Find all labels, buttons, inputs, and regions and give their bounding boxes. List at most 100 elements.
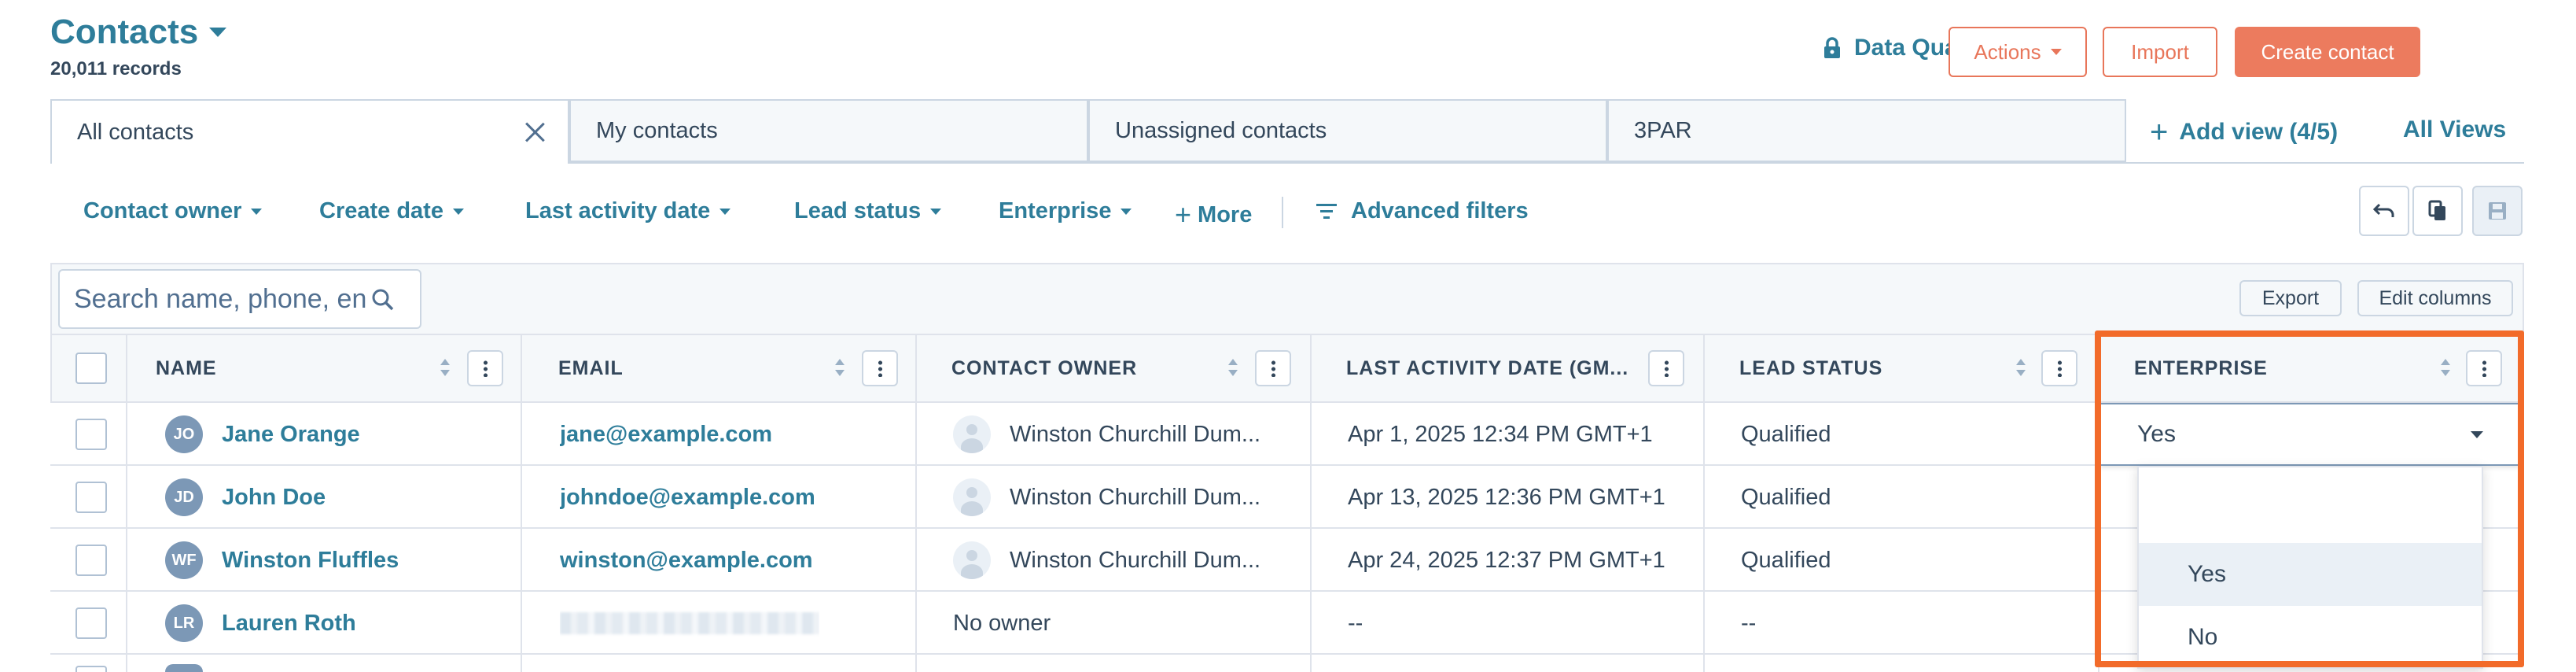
row-checkbox[interactable] (75, 419, 107, 450)
filter-create-date[interactable]: Create date (319, 198, 464, 224)
tab-3par[interactable]: 3PAR (1607, 99, 2126, 162)
owner-cell: Winston Churchill Dum... (953, 529, 1307, 592)
plus-icon: + (1175, 198, 1192, 231)
select-all-checkbox[interactable] (75, 353, 107, 384)
lock-icon (1824, 37, 1840, 58)
contact-name-cell[interactable]: WF Winston Fluffles (165, 529, 399, 592)
user-icon (953, 541, 991, 579)
undo-button[interactable] (2359, 186, 2409, 236)
tab-my-contacts[interactable]: My contacts (569, 99, 1088, 162)
chevron-down-icon (719, 208, 731, 215)
chevron-down-icon (209, 28, 227, 37)
sort-icon[interactable] (1227, 357, 1239, 379)
column-header-name[interactable]: NAME (156, 334, 217, 403)
more-vertical-icon (483, 360, 488, 377)
create-contact-button[interactable]: Create contact (2235, 27, 2420, 77)
filter-last-activity-date[interactable]: Last activity date (525, 198, 731, 224)
column-header-contact-owner[interactable]: CONTACT OWNER (951, 334, 1137, 403)
add-view-button[interactable]: + Add view (4/5) (2150, 116, 2338, 148)
lead-status-cell[interactable]: Qualified (1741, 403, 1831, 466)
actions-button[interactable]: Actions (1949, 27, 2087, 77)
more-vertical-icon (1271, 360, 1275, 377)
plus-icon: + (2150, 115, 2169, 150)
filter-contact-owner[interactable]: Contact owner (83, 198, 263, 224)
avatar: JO (165, 415, 203, 453)
sort-icon[interactable] (439, 357, 451, 379)
avatar: JD (165, 478, 203, 516)
highlight-annotation (2095, 330, 2524, 667)
column-header-lead-status[interactable]: LEAD STATUS (1739, 334, 1882, 403)
contact-name-cell[interactable]: LR Lauren Roth (165, 592, 356, 655)
chevron-down-icon (930, 208, 942, 215)
email-redacted (560, 592, 819, 655)
last-activity-cell: Apr 24, 2025 12:37 PM GMT+1 (1348, 547, 1665, 573)
last-activity-cell: -- (1348, 610, 1363, 636)
row-checkbox[interactable] (75, 666, 107, 672)
more-vertical-icon (1664, 360, 1669, 377)
edit-columns-button[interactable]: Edit columns (2357, 280, 2513, 316)
save-view-button[interactable] (2472, 186, 2523, 236)
user-icon (953, 415, 991, 453)
lead-status-cell[interactable]: -- (1741, 592, 1756, 655)
column-menu-button[interactable] (1648, 350, 1684, 386)
undo-icon (2373, 203, 2394, 217)
email-link[interactable]: jane@example.com (560, 403, 772, 466)
contact-name-cell[interactable]: JO Jane Orange (165, 403, 360, 466)
contact-name-link[interactable]: John Doe (222, 485, 326, 511)
column-header-email[interactable]: EMAIL (558, 334, 624, 403)
email-link[interactable]: winston@example.com (560, 529, 813, 592)
contact-name-link[interactable]: Lauren Roth (222, 611, 356, 637)
avatar: LR (165, 604, 203, 642)
column-menu-button[interactable] (2041, 350, 2077, 386)
contact-name-link[interactable]: Jane Orange (222, 422, 360, 448)
chevron-down-icon (452, 208, 464, 215)
last-activity-cell: Apr 1, 2025 12:34 PM GMT+1 (1348, 421, 1653, 447)
last-activity-cell: Apr 13, 2025 12:36 PM GMT+1 (1348, 484, 1665, 510)
filter-lead-status[interactable]: Lead status (794, 198, 942, 224)
clone-button[interactable] (2412, 186, 2463, 236)
redacted-email-blur (560, 612, 819, 634)
column-menu-button[interactable] (862, 350, 898, 386)
avatar (165, 664, 203, 672)
owner-cell: Winston Churchill Dum... (953, 403, 1307, 466)
tab-unassigned-contacts[interactable]: Unassigned contacts (1088, 99, 1607, 162)
lead-status-cell[interactable]: Qualified (1741, 466, 1831, 529)
chevron-down-icon (2050, 49, 2062, 55)
record-count: 20,011 records (50, 58, 182, 79)
contact-name-cell[interactable]: JD John Doe (165, 466, 326, 529)
sort-icon[interactable] (2015, 357, 2027, 379)
avatar: WF (165, 541, 203, 579)
more-filters-button[interactable]: + More (1175, 198, 1252, 231)
filter-lines-icon (1316, 203, 1337, 219)
advanced-filters-button[interactable]: Advanced filters (1316, 198, 1529, 224)
all-views-link[interactable]: All Views (2403, 116, 2506, 143)
more-vertical-icon (2057, 360, 2062, 377)
lead-status-cell[interactable]: Qualified (1741, 529, 1831, 592)
import-button[interactable]: Import (2103, 27, 2217, 77)
export-button[interactable]: Export (2239, 280, 2342, 316)
row-checkbox[interactable] (75, 607, 107, 639)
row-checkbox[interactable] (75, 545, 107, 576)
chevron-down-icon (251, 208, 263, 215)
sort-icon[interactable] (834, 357, 846, 379)
email-link[interactable]: johndoe@example.com (560, 466, 815, 529)
chevron-down-icon (1121, 208, 1132, 215)
tab-all-contacts[interactable]: All contacts (50, 99, 569, 164)
owner-cell: No owner (953, 610, 1051, 636)
save-icon (2489, 202, 2506, 220)
column-menu-button[interactable] (467, 350, 503, 386)
column-header-last-activity[interactable]: LAST ACTIVITY DATE (GM... (1346, 334, 1628, 403)
page-title[interactable]: Contacts (50, 13, 227, 52)
filter-separator (1282, 197, 1283, 228)
search-input[interactable]: Search name, phone, en (58, 269, 421, 329)
row-checkbox[interactable] (75, 482, 107, 513)
contact-name-link[interactable]: Winston Fluffles (222, 548, 399, 574)
close-icon[interactable] (524, 121, 546, 143)
search-icon (372, 289, 394, 311)
user-icon (953, 478, 991, 516)
owner-cell: Winston Churchill Dum... (953, 466, 1307, 529)
more-vertical-icon (878, 360, 882, 377)
column-menu-button[interactable] (1255, 350, 1291, 386)
filter-enterprise[interactable]: Enterprise (999, 198, 1132, 224)
copy-icon (2428, 200, 2445, 220)
